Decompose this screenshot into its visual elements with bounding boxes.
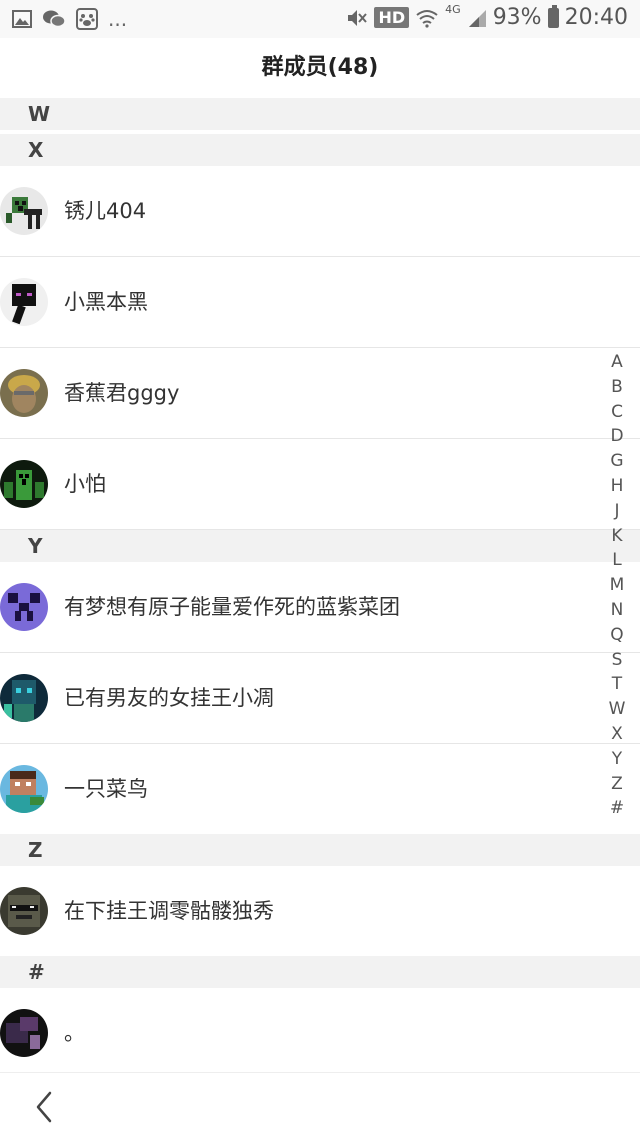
- mute-icon: [348, 9, 368, 26]
- index-letter[interactable]: B: [604, 375, 630, 400]
- battery-percent: 93%: [492, 5, 542, 30]
- list-item[interactable]: 小黑本黑: [0, 257, 640, 348]
- wechat-icon: [43, 10, 66, 28]
- baidu-paw-icon: [76, 8, 98, 30]
- avatar: [0, 583, 48, 631]
- index-letter[interactable]: J: [604, 499, 630, 524]
- index-letter[interactable]: Z: [604, 772, 630, 797]
- status-bar-right: HD 4G 93% 20:40: [346, 3, 628, 30]
- index-letter[interactable]: #: [604, 796, 630, 821]
- clock: 20:40: [564, 5, 628, 30]
- section-header-w: W: [0, 98, 640, 130]
- back-button[interactable]: [28, 1087, 64, 1127]
- index-letter[interactable]: W: [604, 697, 630, 722]
- list-item[interactable]: 香蕉君gggy: [0, 348, 640, 439]
- member-name: 锈儿404: [64, 199, 147, 223]
- index-letter[interactable]: X: [604, 722, 630, 747]
- list-item[interactable]: 一只菜鸟: [0, 744, 640, 834]
- battery-icon: [547, 4, 559, 28]
- avatar: [0, 887, 48, 935]
- avatar: [0, 1009, 48, 1057]
- avatar: [0, 674, 48, 722]
- list-item[interactable]: 。: [0, 988, 640, 1078]
- header: 群成员(48): [0, 38, 640, 98]
- status-bar-left: ...: [12, 7, 127, 31]
- index-letter[interactable]: M: [604, 573, 630, 598]
- index-letter[interactable]: K: [604, 524, 630, 549]
- member-name: 在下挂王调零骷髅独秀: [64, 899, 274, 923]
- section-header-z: Z: [0, 834, 640, 866]
- index-letter[interactable]: G: [604, 449, 630, 474]
- bottom-nav: [0, 1072, 640, 1139]
- status-overflow: ...: [108, 7, 128, 31]
- index-letter[interactable]: Q: [604, 623, 630, 648]
- page-title: 群成员(48): [261, 55, 379, 80]
- chevron-left-icon: [36, 1091, 52, 1123]
- member-name: 小黑本黑: [64, 290, 148, 314]
- index-letter[interactable]: T: [604, 672, 630, 697]
- avatar: [0, 460, 48, 508]
- signal-icon: [468, 9, 486, 27]
- hd-badge: HD: [374, 7, 410, 28]
- section-header-hash: #: [0, 956, 640, 988]
- member-list[interactable]: W X 锈儿404 小黑本黑 香蕉君gggy 小怕 Y 有梦想有原子能量爱作死的…: [0, 98, 640, 1078]
- member-name: 香蕉君gggy: [64, 381, 180, 405]
- list-item[interactable]: 在下挂王调零骷髅独秀: [0, 866, 640, 956]
- alphabet-index[interactable]: A B C D G H J K L M N Q S T W X Y Z #: [604, 350, 630, 821]
- section-header-x: X: [0, 134, 640, 166]
- network-type: 4G: [445, 3, 461, 16]
- list-item[interactable]: 有梦想有原子能量爱作死的蓝紫菜团: [0, 562, 640, 653]
- list-item[interactable]: 小怕: [0, 439, 640, 530]
- member-name: 有梦想有原子能量爱作死的蓝紫菜团: [64, 595, 400, 619]
- avatar: [0, 765, 48, 813]
- avatar: [0, 369, 48, 417]
- index-letter[interactable]: A: [604, 350, 630, 375]
- index-letter[interactable]: H: [604, 474, 630, 499]
- section-header-y: Y: [0, 530, 640, 562]
- index-letter[interactable]: C: [604, 400, 630, 425]
- list-item[interactable]: 锈儿404: [0, 166, 640, 257]
- member-name: 一只菜鸟: [64, 777, 148, 801]
- list-item[interactable]: 已有男友的女挂王小凋: [0, 653, 640, 744]
- index-letter[interactable]: D: [604, 424, 630, 449]
- member-name: 已有男友的女挂王小凋: [64, 686, 274, 710]
- index-letter[interactable]: S: [604, 648, 630, 673]
- member-name: 。: [64, 1021, 85, 1045]
- avatar: [0, 278, 48, 326]
- index-letter[interactable]: N: [604, 598, 630, 623]
- avatar: [0, 187, 48, 235]
- status-bar: ... HD 4G 93% 20:40: [0, 0, 640, 38]
- wifi-icon: [416, 9, 438, 28]
- index-letter[interactable]: L: [604, 548, 630, 573]
- index-letter[interactable]: Y: [604, 747, 630, 772]
- member-name: 小怕: [64, 472, 106, 496]
- image-icon: [12, 10, 32, 28]
